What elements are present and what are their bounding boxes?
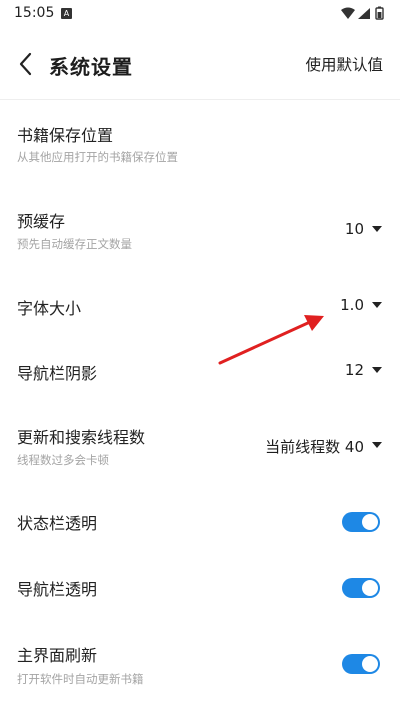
navbar-transparent-toggle[interactable]: [342, 578, 380, 598]
statusbar-transparent-toggle[interactable]: [342, 512, 380, 532]
battery-icon: [375, 6, 384, 20]
setting-subtitle: 预先自动缓存正文数量: [17, 237, 132, 251]
setting-book-save-location[interactable]: 书籍保存位置 从其他应用打开的书籍保存位置: [0, 110, 400, 174]
notification-icon: A: [61, 8, 72, 19]
setting-navbar-shadow[interactable]: 导航栏阴影 12: [0, 348, 400, 396]
wifi-icon: [341, 7, 355, 19]
app-header: 系统设置 使用默认值: [0, 40, 400, 88]
setting-font-size[interactable]: 字体大小 1.0: [0, 282, 400, 330]
dropdown-arrow-icon: [372, 442, 382, 448]
setting-title: 导航栏透明: [17, 580, 98, 599]
setting-subtitle: 线程数过多会卡顿: [17, 453, 109, 467]
chevron-left-icon: [19, 52, 32, 76]
setting-statusbar-transparent[interactable]: 状态栏透明: [0, 498, 400, 546]
setting-title: 主界面刷新: [17, 646, 98, 665]
status-bar: 15:05 A: [0, 0, 400, 30]
setting-home-refresh[interactable]: 主界面刷新 打开软件时自动更新书籍: [0, 630, 400, 694]
setting-title: 更新和搜索线程数: [17, 428, 146, 447]
setting-title: 字体大小: [17, 299, 82, 318]
toggle-knob: [362, 580, 378, 596]
setting-precache[interactable]: 预缓存 预先自动缓存正文数量 10: [0, 196, 400, 260]
setting-subtitle: 从其他应用打开的书籍保存位置: [17, 150, 178, 164]
use-default-button[interactable]: 使用默认值: [305, 53, 383, 75]
status-time: 15:05: [14, 5, 55, 21]
page-title: 系统设置: [49, 55, 133, 79]
signal-icon: [358, 8, 370, 19]
setting-subtitle: 打开软件时自动更新书籍: [17, 672, 144, 686]
setting-thread-count[interactable]: 更新和搜索线程数 线程数过多会卡顿 当前线程数 40: [0, 412, 400, 476]
setting-title: 状态栏透明: [17, 514, 98, 533]
setting-title: 预缓存: [17, 212, 66, 231]
header-divider: [0, 99, 400, 100]
precache-value: 10: [344, 220, 364, 238]
setting-title: 书籍保存位置: [17, 126, 114, 145]
setting-title: 导航栏阴影: [17, 364, 98, 383]
back-button[interactable]: [16, 50, 40, 78]
status-indicators: [340, 6, 386, 22]
navbar-shadow-value: 12: [344, 361, 364, 379]
thread-count-value: 当前线程数 40: [265, 438, 364, 456]
toggle-knob: [362, 514, 378, 530]
dropdown-arrow-icon: [372, 302, 382, 308]
font-size-value: 1.0: [340, 296, 364, 314]
setting-navbar-transparent[interactable]: 导航栏透明: [0, 564, 400, 612]
home-refresh-toggle[interactable]: [342, 654, 380, 674]
dropdown-arrow-icon: [372, 367, 382, 373]
toggle-knob: [362, 656, 378, 672]
dropdown-arrow-icon: [372, 226, 382, 232]
